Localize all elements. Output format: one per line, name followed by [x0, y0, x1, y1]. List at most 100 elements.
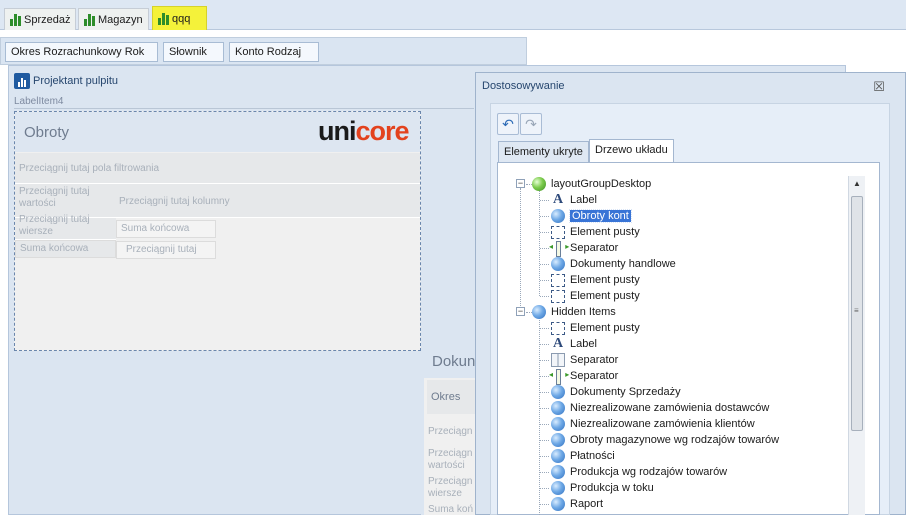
scroll-thumb[interactable]: ≡	[851, 196, 863, 431]
tree-node[interactable]: Element pusty	[551, 288, 640, 304]
tree-connector	[540, 216, 549, 217]
globe-icon	[551, 209, 565, 223]
values-placeholder: Przeciągnij tutaj wartości	[19, 186, 90, 209]
slownik-button[interactable]: Słownik	[163, 42, 224, 62]
separator-icon	[549, 369, 574, 385]
tree-node-label: Label	[570, 194, 597, 206]
separator-icon	[549, 241, 574, 257]
tree-node-label: Produkcja wg rodzajów towarów	[570, 466, 728, 478]
globe-icon	[551, 497, 565, 511]
pivot-placeholder: Przeciągn	[428, 448, 473, 459]
close-button[interactable]: ☒	[872, 80, 886, 94]
konto-rodzaj-button[interactable]: Konto Rodzaj	[229, 42, 319, 62]
designer-title: Projektant pulpitu	[14, 73, 118, 89]
tree-node[interactable]: Element pusty	[551, 272, 640, 288]
bar-chart-icon	[158, 12, 169, 25]
unicore-logo: unicore	[318, 116, 410, 146]
tree-connector	[540, 504, 549, 505]
rows-area[interactable]: Przeciągnij tutaj wiersze	[15, 214, 116, 240]
tree-connector	[540, 296, 549, 297]
tree-connector	[540, 392, 549, 393]
ribbon-tab-label: Sprzedaż	[24, 13, 71, 26]
ribbon-tab-magazyn[interactable]: Magazyn	[78, 8, 149, 30]
globe-icon	[551, 417, 565, 431]
tree-node-label: Płatności	[570, 450, 615, 462]
columns-placeholder: Przeciągnij tutaj kolumny	[119, 196, 230, 207]
tree-node[interactable]: Obroty magazynowe wg rodzajów towarów	[551, 432, 779, 448]
grand-total-column: Suma końcowa	[116, 220, 216, 238]
tree-connector	[520, 188, 521, 312]
tab-layout-tree[interactable]: Drzewo układu	[589, 139, 674, 163]
dokumenty-title: Dokun	[432, 353, 476, 370]
ribbon-tab-qqq[interactable]: qqq	[152, 6, 207, 30]
filter-area[interactable]: Przeciągnij tutaj pola filtrowania	[15, 153, 420, 184]
tree-node[interactable]: A Label	[551, 192, 597, 208]
tree-node-label: Raport	[570, 498, 604, 510]
data-drop-area[interactable]: Przeciągnij tutaj	[116, 241, 216, 259]
grand-total-row: Suma końcowa	[15, 240, 116, 258]
okres-rozrachunkowy-button[interactable]: Okres Rozrachunkowy Rok	[5, 42, 158, 62]
tree-node[interactable]: Niezrealizowane zamówienia klientów	[551, 416, 755, 432]
tree-node-label: Dokumenty Sprzedaży	[570, 386, 681, 398]
expand-toggle[interactable]: −	[516, 307, 525, 316]
tree-connector	[539, 318, 540, 515]
tree-connector	[540, 440, 549, 441]
undo-button[interactable]: ↶	[497, 113, 519, 135]
dashboard-designer-icon	[14, 73, 30, 89]
tree-node-label: Niezrealizowane zamówienia dostawców	[570, 402, 770, 414]
separator-bar-icon	[551, 353, 565, 367]
globe-icon	[551, 449, 565, 463]
tree-node-label: Obroty kont	[569, 209, 632, 223]
tree-node[interactable]: Produkcja w toku	[551, 480, 654, 496]
tree-node[interactable]: Raport	[551, 496, 603, 512]
tree-node[interactable]: Element pusty	[551, 224, 640, 240]
tree-node[interactable]: Separator	[549, 368, 618, 385]
tree-node[interactable]: Obroty kont	[551, 208, 632, 224]
tree-node-hidden-items[interactable]: Hidden Items	[532, 304, 616, 320]
rows-placeholder: Przeciągnij tutaj wiersze	[19, 214, 90, 237]
tab-hidden-items[interactable]: Elementy ukryte	[498, 141, 589, 162]
ribbon-tab-label: Magazyn	[98, 13, 143, 26]
tree-connector	[540, 232, 549, 233]
tree-node-label: Element pusty	[570, 226, 640, 238]
pivot-placeholder: wiersze	[428, 488, 462, 499]
scroll-up-arrow[interactable]: ▲	[849, 176, 865, 192]
tree-node-label: Element pusty	[570, 290, 640, 302]
ribbon-tab-strip: Sprzedaż Magazyn qqq	[0, 0, 906, 30]
pivot-placeholder: wartości	[428, 460, 465, 471]
tree-scrollbar[interactable]: ▲ ≡	[848, 176, 865, 515]
tree-node-label: Separator	[570, 354, 619, 366]
ribbon-tab-sprzedaz[interactable]: Sprzedaż	[4, 8, 77, 30]
empty-space-icon	[551, 225, 565, 239]
tree-connector	[540, 488, 549, 489]
tree-connector	[540, 280, 549, 281]
tree-node[interactable]: Produkcja wg rodzajów towarów	[551, 464, 727, 480]
globe-icon	[551, 385, 565, 399]
tree-connector	[540, 328, 549, 329]
tree-node[interactable]: Separator	[551, 352, 618, 368]
tree-node[interactable]: Dokumenty handlowe	[551, 256, 676, 272]
globe-icon	[551, 433, 565, 447]
tree-node-layout-group-desktop[interactable]: layoutGroupDesktop	[532, 176, 651, 192]
tree-node-label: Dokumenty handlowe	[570, 258, 676, 270]
expand-toggle[interactable]: −	[516, 179, 525, 188]
bar-chart-icon	[84, 13, 95, 26]
grand-total-label: Suma koń	[428, 504, 474, 515]
dialog-title: Dostosowywanie	[482, 80, 565, 92]
tree-connector	[540, 248, 549, 249]
layout-group-icon	[532, 177, 546, 191]
tree-node-label: Produkcja w toku	[570, 482, 654, 494]
tree-node[interactable]: Element pusty	[551, 320, 640, 336]
redo-button[interactable]: ↷	[520, 113, 542, 135]
tree-connector	[540, 376, 549, 377]
empty-space-icon	[551, 289, 565, 303]
tree-node[interactable]: Dokumenty Sprzedaży	[551, 384, 681, 400]
bar-chart-icon	[10, 13, 21, 26]
tree-node[interactable]: A Label	[551, 336, 597, 352]
values-columns-area[interactable]: Przeciągnij tutaj wartości Przeciągnij t…	[15, 184, 420, 218]
globe-icon	[551, 257, 565, 271]
tree-node[interactable]: Separator	[549, 240, 618, 257]
tree-node[interactable]: Niezrealizowane zamówienia dostawców	[551, 400, 769, 416]
tree-node-label: Obroty magazynowe wg rodzajów towarów	[570, 434, 780, 446]
tree-node[interactable]: Płatności	[551, 448, 615, 464]
